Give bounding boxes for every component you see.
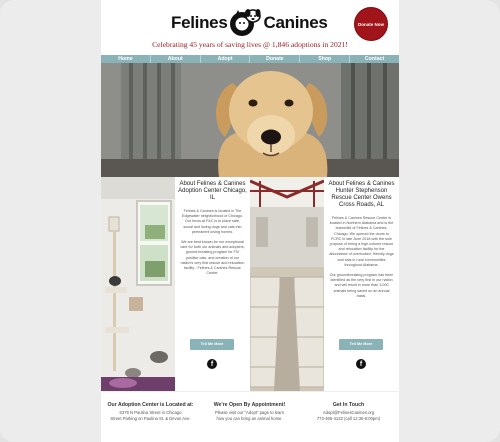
site-header: Felines Canines Donate Now Celebrating 4… [101,0,399,55]
rescue-center-photo [250,177,324,391]
about-alabama-column: About Felines & Canines Hunter Stephenso… [324,177,399,391]
facebook-icon[interactable]: f [356,359,366,369]
about-alabama-paragraph-1: Felines & Canines Rescue Center is locat… [329,216,394,267]
nav-item-adopt[interactable]: Adopt [201,55,251,63]
content-row: About Felines & Canines Adoption Center … [101,177,399,391]
cat-dog-logo-icon [229,8,262,38]
nav-item-about[interactable]: About [151,55,201,63]
footer-contact-title: Get In Touch [332,402,365,408]
nav-item-shop[interactable]: Shop [300,55,351,63]
about-chicago-paragraph-1: Felines & Canines is located in The Edge… [182,209,243,234]
site-logo[interactable]: Felines Canines [171,9,328,37]
cat-room-photo [101,177,175,391]
facebook-icon[interactable]: f [207,359,217,369]
nav-item-home[interactable]: Home [101,55,151,63]
nav-item-donate[interactable]: Donate [250,55,301,63]
hero-dog-photo [101,63,399,177]
main-nav: Home About Adopt Donate Shop Contact [101,55,399,63]
donate-now-button[interactable]: Donate Now [354,7,388,41]
nav-item-contact[interactable]: Contact [350,55,399,63]
tagline: Celebrating 45 years of saving lives @ 1… [152,40,348,49]
about-alabama-paragraph-2: Our groundbreaking program has been iden… [329,273,394,298]
footer-hours-title: We're Open By Appointment! [213,402,286,408]
footer-hours-line-2: how you can bring an animal home. [216,416,283,421]
logo-word-felines: Felines [171,13,228,32]
about-alabama-title: About Felines & Canines Hunter Stephenso… [328,181,395,208]
footer-parking: Street Parking on Paulina St. & Devon Av… [110,416,191,421]
footer-hours: We're Open By Appointment! Please visit … [200,402,299,422]
web-page: Felines Canines Donate Now Celebrating 4… [101,0,399,442]
about-chicago-title: About Felines & Canines Adoption Center … [178,181,247,201]
tell-me-more-button-alabama[interactable]: Tell Me More [339,339,383,350]
about-chicago-paragraph-2: We are best known for our exceptional ca… [180,240,245,276]
footer-phone: 773-465-4132 (call 12:30-6:00pm) [316,416,381,421]
logo-word-canines: Canines [263,13,328,32]
footer-contact: Get In Touch Adopt@FelinesCanines.org 77… [299,402,398,422]
about-chicago-column: About Felines & Canines Adoption Center … [175,177,250,391]
site-footer: Our Adoption Center is Located at: 6379 … [101,391,399,442]
tell-me-more-button-chicago[interactable]: Tell Me More [190,339,234,350]
footer-location: Our Adoption Center is Located at: 6379 … [101,402,200,422]
footer-location-title: Our Adoption Center is Located at: [107,402,194,408]
